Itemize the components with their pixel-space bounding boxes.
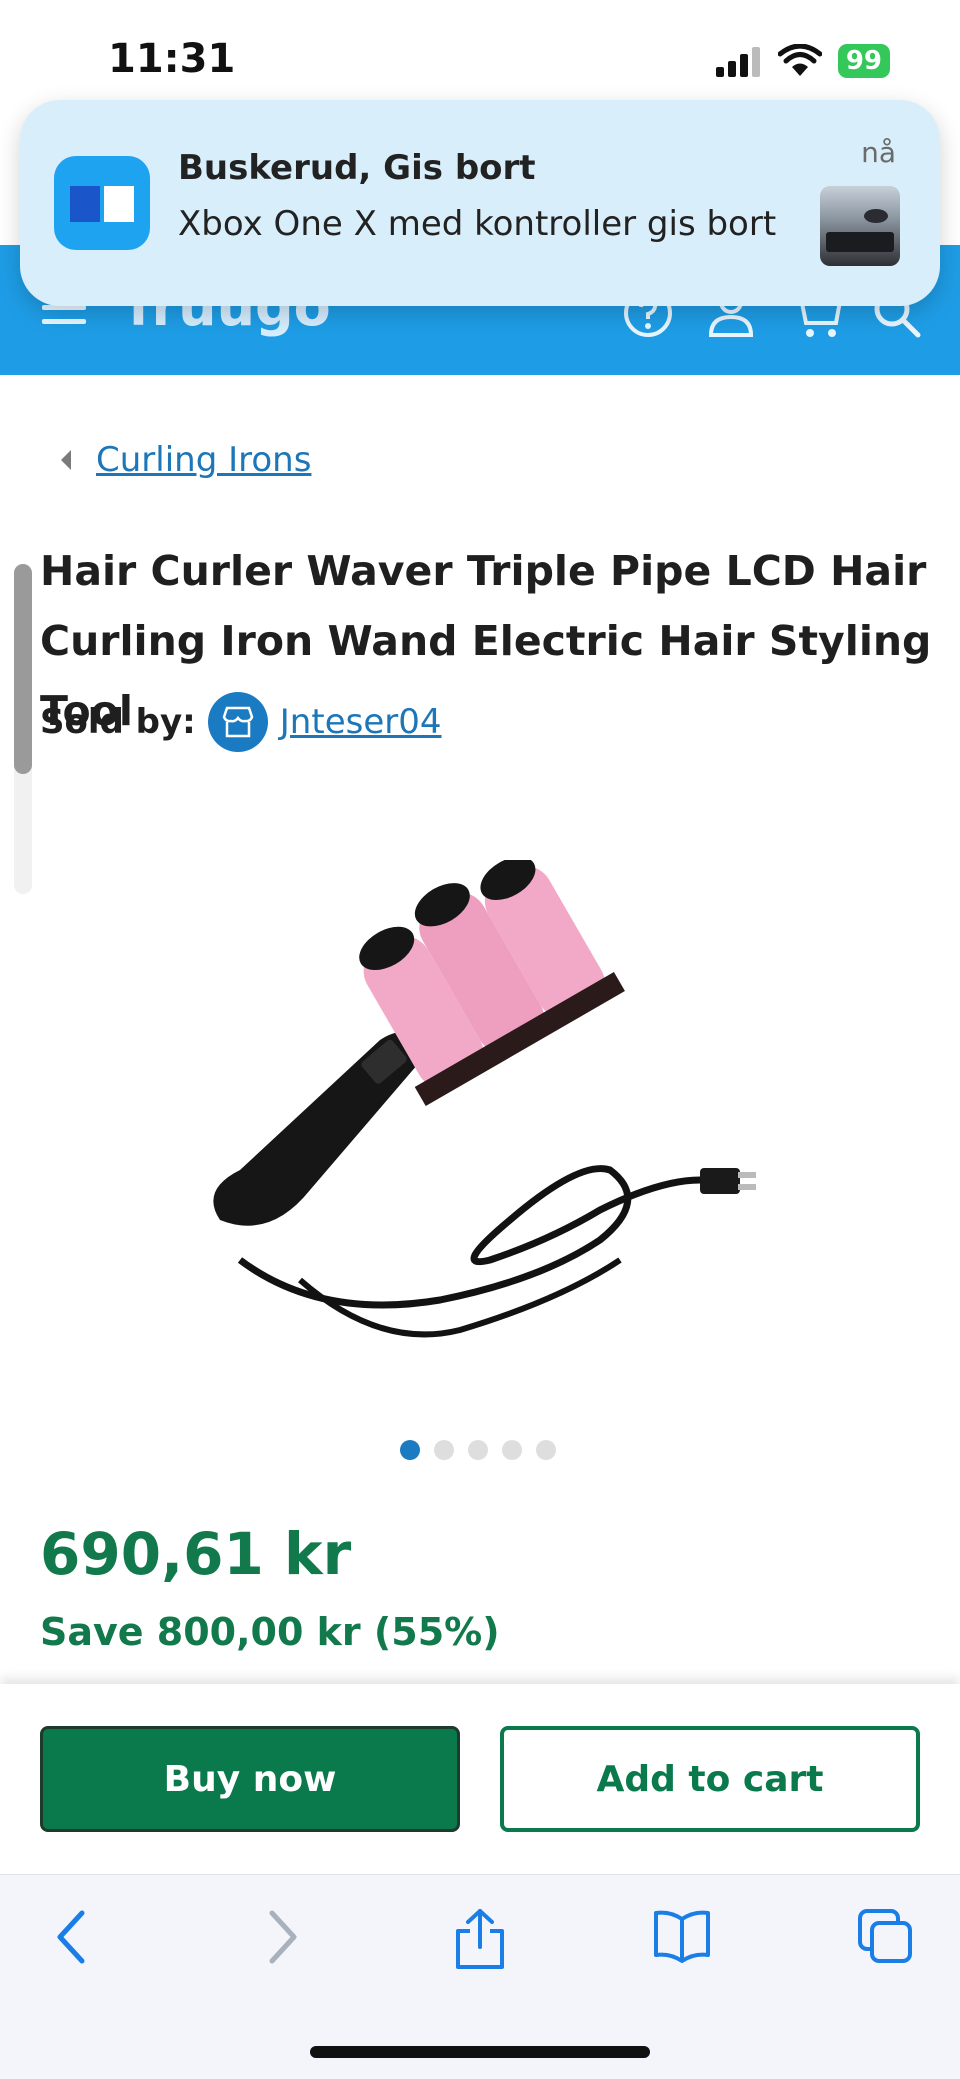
carousel-dot-3[interactable] bbox=[468, 1440, 488, 1460]
back-icon[interactable] bbox=[52, 1907, 92, 1967]
sold-by-label: Sold by: bbox=[40, 702, 196, 742]
notification-banner[interactable]: Buskerud, Gis bort Xbox One X med kontro… bbox=[20, 100, 940, 306]
status-time: 11:31 bbox=[108, 36, 236, 82]
shop-icon bbox=[222, 706, 254, 738]
seller-avatar bbox=[207, 692, 268, 752]
page-scrollbar[interactable] bbox=[14, 564, 32, 894]
wifi-icon bbox=[777, 44, 822, 76]
breadcrumb[interactable]: Curling Irons bbox=[58, 440, 311, 480]
home-indicator[interactable] bbox=[310, 2046, 650, 2058]
notification-body: Xbox One X med kontroller gis bort bbox=[178, 204, 777, 244]
chevron-left-icon bbox=[61, 450, 71, 470]
carousel-dot-4[interactable] bbox=[502, 1440, 522, 1460]
buy-now-button[interactable]: Buy now bbox=[40, 1726, 460, 1832]
savings-text: Save 800,00 kr (55%) bbox=[40, 1610, 500, 1654]
seller-info: Sold by: Jnteser04 bbox=[40, 692, 441, 752]
battery-indicator: 99 bbox=[837, 44, 890, 78]
bookmarks-icon[interactable] bbox=[652, 1907, 712, 1963]
notification-title: Buskerud, Gis bort bbox=[178, 148, 536, 188]
carousel-dot-5[interactable] bbox=[536, 1440, 556, 1460]
seller-link[interactable]: Jnteser04 bbox=[280, 702, 442, 742]
share-icon[interactable] bbox=[452, 1907, 508, 1971]
status-icons: 99 bbox=[714, 44, 890, 78]
carousel-dot-1[interactable] bbox=[400, 1440, 420, 1460]
product-price: 690,61 kr bbox=[40, 1520, 352, 1588]
forward-icon[interactable] bbox=[262, 1907, 302, 1967]
tabs-icon[interactable] bbox=[856, 1907, 916, 1967]
book-icon bbox=[70, 186, 134, 222]
signal-icon bbox=[715, 47, 760, 77]
breadcrumb-link[interactable]: Curling Irons bbox=[96, 440, 311, 480]
scrollbar-thumb[interactable] bbox=[14, 564, 32, 774]
notification-thumbnail bbox=[820, 186, 900, 266]
notification-time: nå bbox=[861, 136, 896, 169]
product-image[interactable] bbox=[180, 860, 780, 1380]
purchase-action-bar: Buy now Add to cart bbox=[0, 1684, 960, 1874]
image-carousel-dots[interactable] bbox=[400, 1440, 556, 1460]
add-to-cart-button[interactable]: Add to cart bbox=[500, 1726, 920, 1832]
console-image-icon bbox=[826, 209, 894, 252]
notification-app-icon bbox=[54, 156, 150, 250]
carousel-dot-2[interactable] bbox=[434, 1440, 454, 1460]
